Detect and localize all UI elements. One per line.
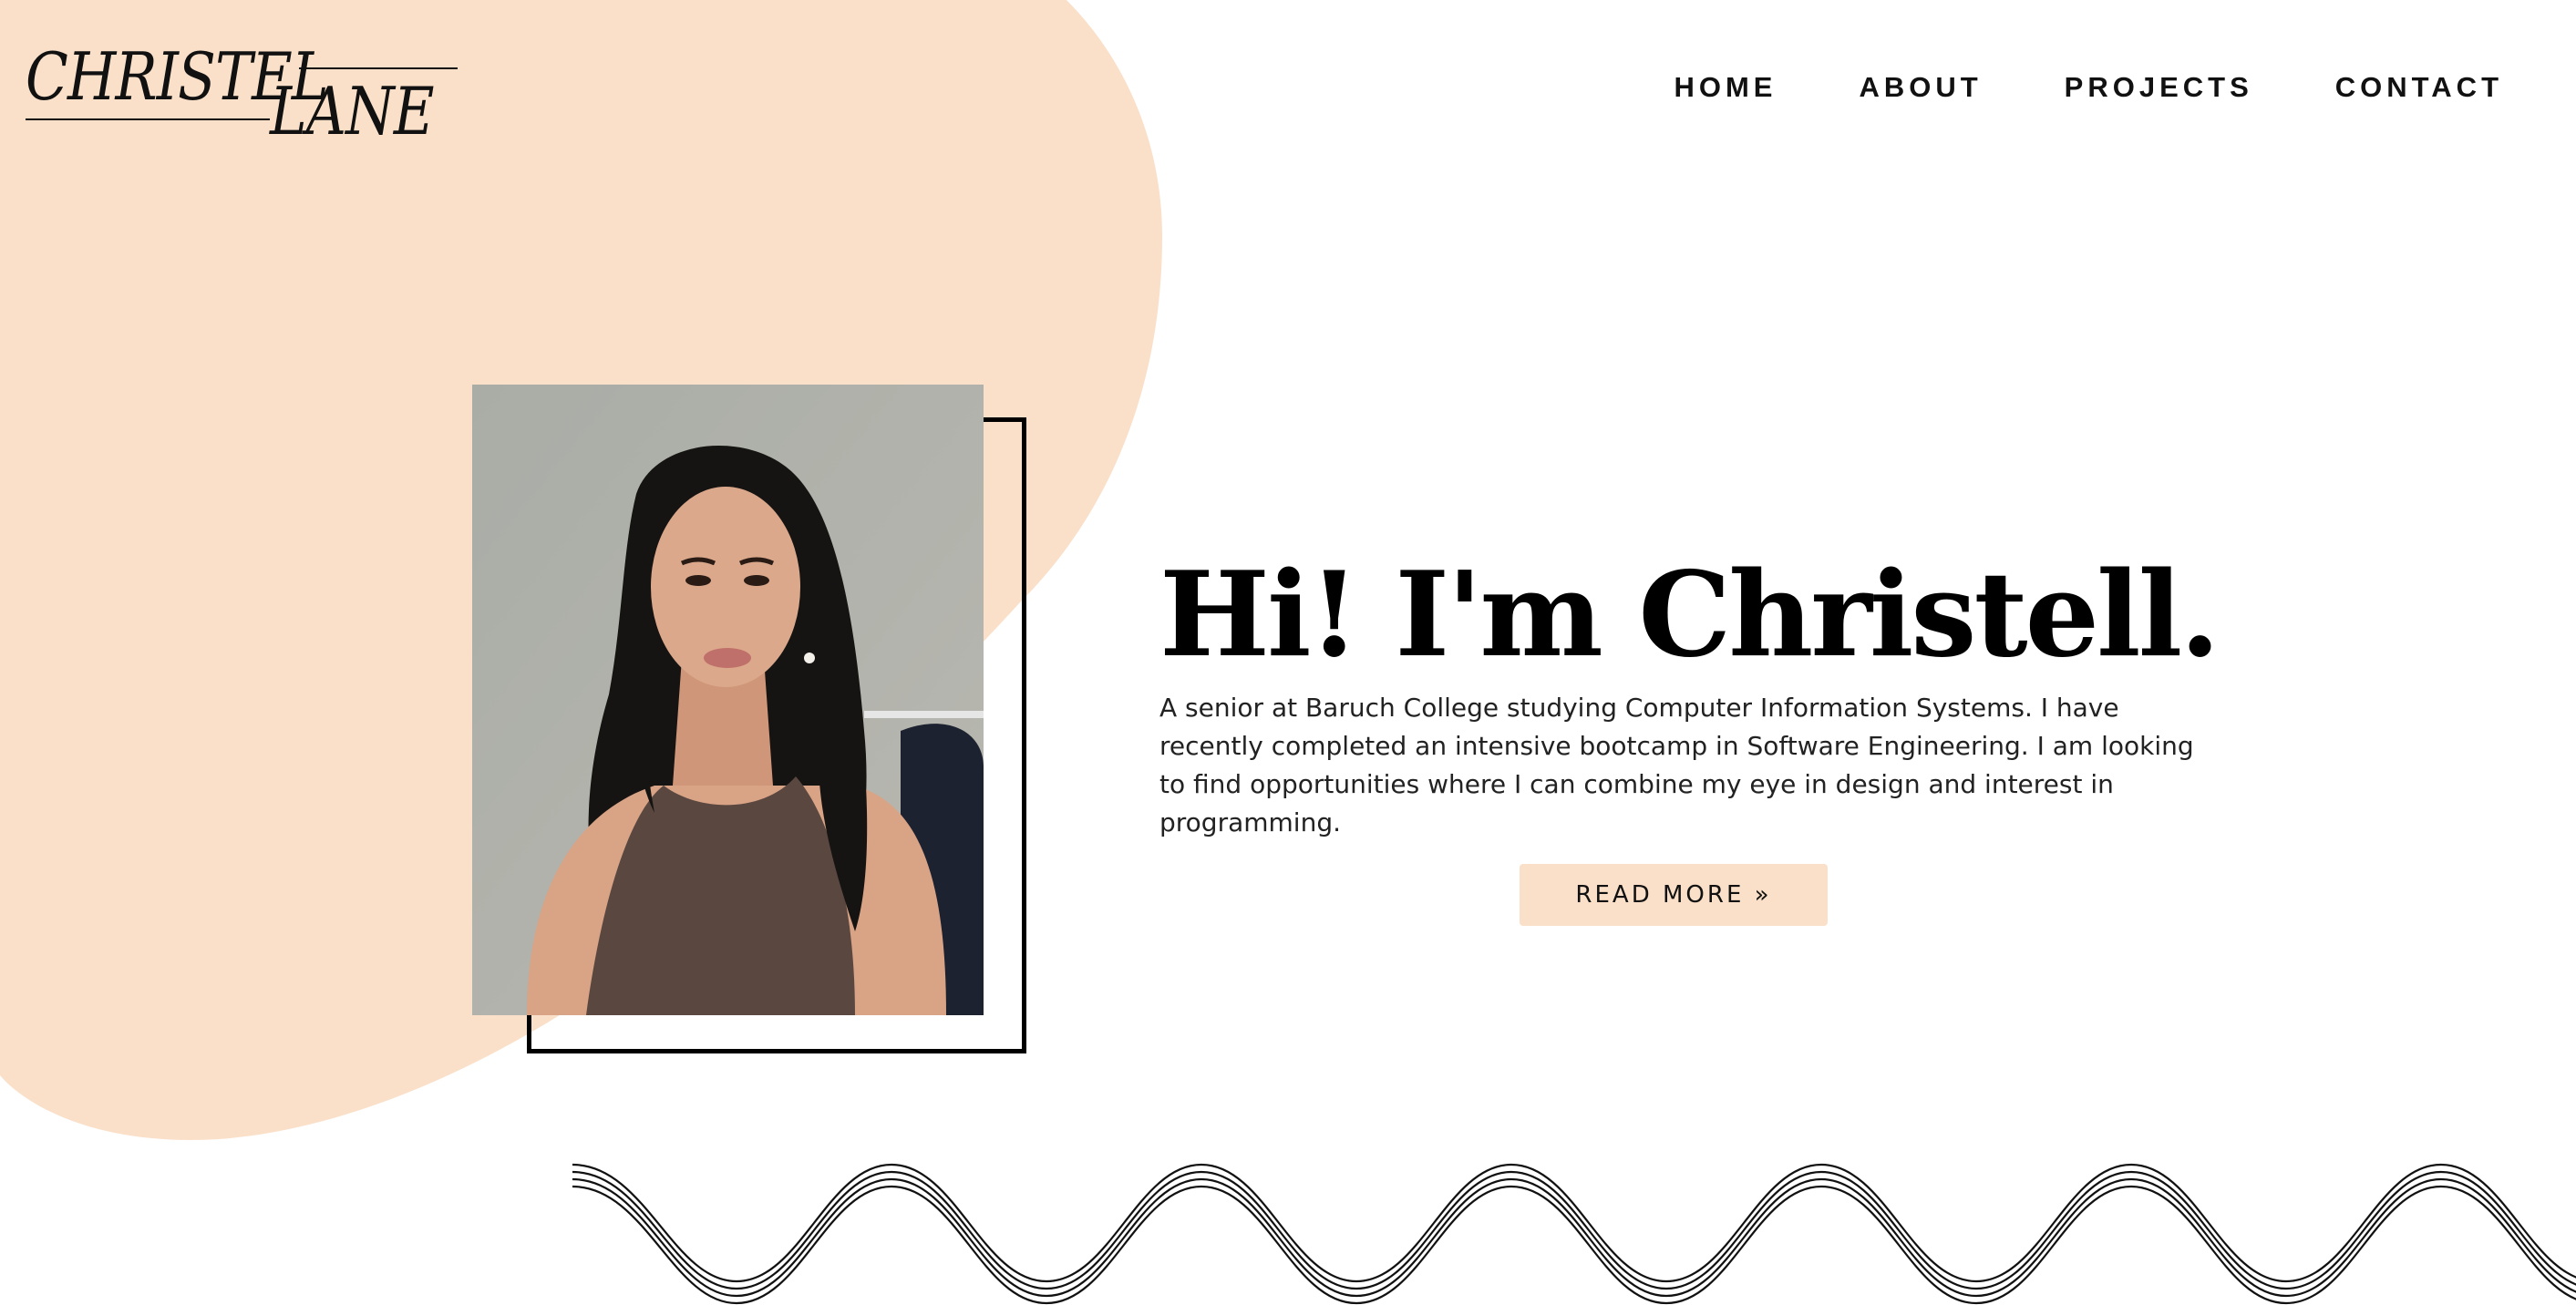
logo-text-last: LANE (270, 73, 435, 149)
nav-home-link[interactable]: HOME (1674, 71, 1777, 104)
hero-title: Hi! I'm Christell. (1159, 547, 2221, 683)
page: CHRISTEL LANE HOME ABOUT PROJECTS CONTAC… (0, 0, 2576, 1305)
logo-rule-bottom (26, 118, 270, 120)
read-more-button[interactable]: READ MORE » (1520, 864, 1828, 926)
brand-logo[interactable]: CHRISTEL LANE (26, 44, 458, 149)
profile-photo (472, 385, 984, 1015)
nav-projects-link[interactable]: PROJECTS (2065, 71, 2253, 104)
hero-section: Hi! I'm Christell. A senior at Baruch Co… (1159, 547, 2221, 842)
hero-description: A senior at Baruch College studying Comp… (1159, 693, 2194, 838)
main-nav: HOME ABOUT PROJECTS CONTACT (1674, 71, 2503, 104)
nav-contact-link[interactable]: CONTACT (2335, 71, 2503, 104)
decorative-wave (572, 1163, 2576, 1305)
nav-about-link[interactable]: ABOUT (1859, 71, 1982, 104)
